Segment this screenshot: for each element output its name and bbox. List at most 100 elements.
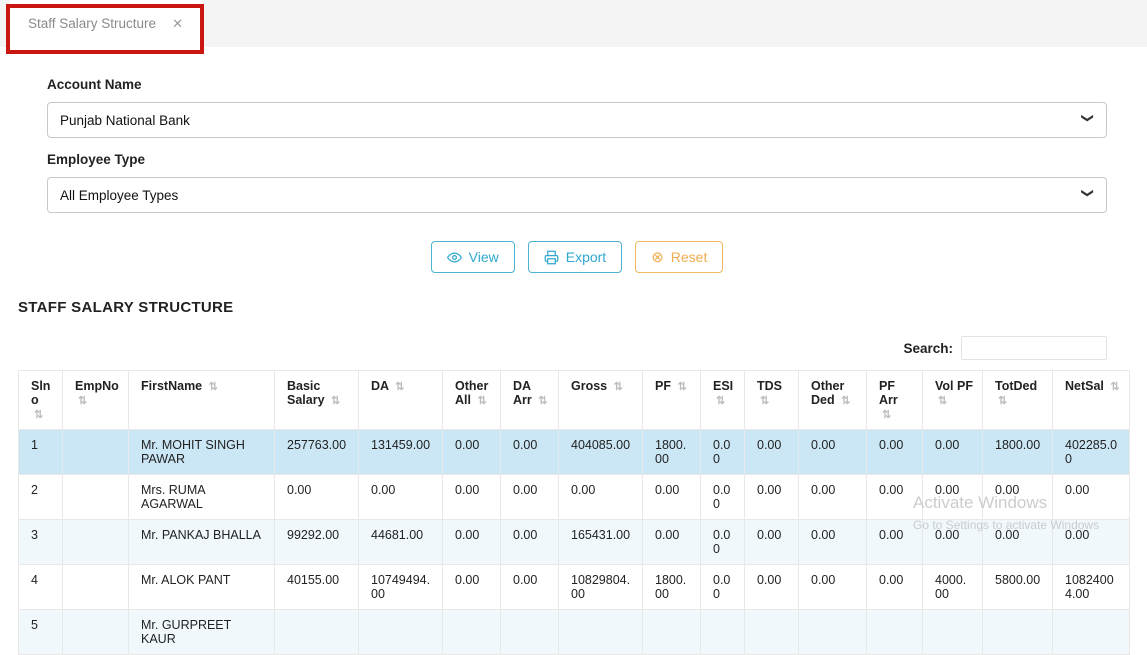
table-row[interactable]: 3 Mr. PANKAJ BHALLA 99292.00 44681.00 0.00 0.…	[18, 519, 1130, 565]
sort-icon: ⇅	[538, 395, 548, 407]
table-cell: 99292.00	[274, 519, 359, 565]
table-cell: 0.00	[866, 564, 923, 610]
table-cell	[558, 609, 643, 655]
table-cell: 1800.00	[642, 429, 701, 475]
table-cell: 0.00	[642, 519, 701, 565]
reset-button[interactable]: ⊗ Reset	[635, 241, 724, 273]
table-cell: 0.00	[274, 474, 359, 520]
column-header-label: PF Arr	[879, 379, 898, 407]
eye-icon	[446, 250, 462, 265]
column-header-label: Gross	[571, 379, 608, 393]
table-cell: 4000.00	[922, 564, 983, 610]
table-cell: 1800.00	[642, 564, 701, 610]
table-row[interactable]: 1 Mr. MOHIT SINGH PAWAR 257763.00 131459.00…	[18, 429, 1130, 475]
table-cell: 0.00	[1052, 519, 1130, 565]
table-cell: 131459.00	[358, 429, 443, 475]
table-cell	[62, 564, 129, 610]
column-header-label: Slno	[31, 379, 51, 407]
column-header[interactable]: EmpNo ⇅	[62, 370, 129, 430]
sort-icon: ⇅	[677, 381, 687, 393]
column-header-label: DA	[371, 379, 389, 393]
table-cell: 0.00	[700, 474, 745, 520]
reset-button-label: Reset	[670, 249, 708, 265]
table-cell: 0.00	[642, 474, 701, 520]
export-button[interactable]: Export	[527, 241, 623, 273]
table-cell: 3	[18, 519, 63, 565]
column-header[interactable]: PF Arr ⇅	[866, 370, 923, 430]
table-cell	[798, 609, 867, 655]
page-title: STAFF SALARY STRUCTURE	[18, 299, 234, 316]
table-cell: 5	[18, 609, 63, 655]
table-cell: 0.00	[744, 519, 799, 565]
table-cell: 257763.00	[274, 429, 359, 475]
table-cell: 0.00	[866, 474, 923, 520]
column-header[interactable]: TotDed ⇅	[982, 370, 1053, 430]
table-cell	[274, 609, 359, 655]
table-cell: 0.00	[982, 519, 1053, 565]
table-cell: 10749494.00	[358, 564, 443, 610]
column-header-label: TotDed	[995, 379, 1038, 393]
table-cell	[1052, 609, 1130, 655]
table-cell: 10824004.00	[1052, 564, 1130, 610]
tab-title: Staff Salary Structure	[28, 16, 157, 31]
table-cell: 0.00	[744, 474, 799, 520]
printer-icon	[544, 250, 559, 265]
column-header-label: Basic Salary	[287, 379, 325, 407]
account-name-select[interactable]: Punjab National Bank	[47, 102, 1107, 138]
table-cell: 0.00	[922, 474, 983, 520]
search-label: Search:	[903, 340, 953, 356]
tab-close-icon[interactable]: ✕	[172, 16, 183, 32]
column-header[interactable]: Basic Salary ⇅	[274, 370, 359, 430]
table-cell: 0.00	[700, 564, 745, 610]
column-header[interactable]: DA ⇅	[358, 370, 443, 430]
column-header[interactable]: FirstName ⇅	[128, 370, 275, 430]
sort-icon: ⇅	[938, 395, 948, 407]
account-name-label: Account Name	[47, 77, 142, 92]
table-body: 1 Mr. MOHIT SINGH PAWAR 257763.00 131459.00…	[18, 429, 1130, 655]
sort-icon: ⇅	[78, 395, 88, 407]
view-button[interactable]: View	[430, 241, 515, 273]
table-cell	[866, 609, 923, 655]
table-cell: 0.00	[982, 474, 1053, 520]
column-header[interactable]: TDS ⇅	[744, 370, 799, 430]
column-header[interactable]: Other Ded ⇅	[798, 370, 867, 430]
table-cell: 1800.00	[982, 429, 1053, 475]
column-header[interactable]: ESI ⇅	[700, 370, 745, 430]
table-cell: 40155.00	[274, 564, 359, 610]
table-cell: 0.00	[798, 429, 867, 475]
column-header[interactable]: Slno ⇅	[18, 370, 63, 430]
table-cell	[700, 609, 745, 655]
employee-type-select-wrap: All Employee Types ❯	[47, 177, 1107, 213]
column-header[interactable]: DA Arr ⇅	[500, 370, 559, 430]
table-cell: 0.00	[922, 429, 983, 475]
table-cell: 44681.00	[358, 519, 443, 565]
column-header[interactable]: Other All ⇅	[442, 370, 501, 430]
column-header[interactable]: Vol PF ⇅	[922, 370, 983, 430]
table-cell: 0.00	[500, 564, 559, 610]
table-cell: 0.00	[866, 429, 923, 475]
table-row[interactable]: 2 Mrs. RUMA AGARWAL 0.00 0.00 0.00 0.00 0.00 0.…	[18, 474, 1130, 520]
column-header[interactable]: PF ⇅	[642, 370, 701, 430]
table-cell: 2	[18, 474, 63, 520]
table-cell: 0.00	[442, 564, 501, 610]
sort-icon: ⇅	[1110, 381, 1120, 393]
table-cell	[922, 609, 983, 655]
column-header[interactable]: Gross ⇅	[558, 370, 643, 430]
table-cell: 0.00	[798, 564, 867, 610]
table-head-row: Slno ⇅ EmpNo ⇅ FirstName ⇅ Basic Salary ⇅ DA…	[18, 370, 1130, 430]
table-row[interactable]: 5 Mr. GURPREET KAUR	[18, 609, 1130, 655]
table-cell: 0.00	[500, 519, 559, 565]
table-cell: 0.00	[700, 429, 745, 475]
table-cell: 0.00	[442, 429, 501, 475]
search-input[interactable]	[961, 336, 1107, 360]
column-header[interactable]: NetSal ⇅	[1052, 370, 1130, 430]
table-cell: 0.00	[442, 474, 501, 520]
table-row[interactable]: 4 Mr. ALOK PANT 40155.00 10749494.00 0.00 0.0…	[18, 564, 1130, 610]
tab-staff-salary-structure[interactable]: Staff Salary Structure ✕	[10, 0, 201, 47]
export-button-label: Export	[565, 249, 607, 265]
sort-icon: ⇅	[208, 381, 218, 393]
filter-form: Account Name Punjab National Bank ❯ Empl…	[0, 47, 1147, 273]
employee-type-select[interactable]: All Employee Types	[47, 177, 1107, 213]
salary-table: Slno ⇅ EmpNo ⇅ FirstName ⇅ Basic Salary ⇅ DA…	[18, 370, 1130, 655]
column-header-label: EmpNo	[75, 379, 119, 393]
